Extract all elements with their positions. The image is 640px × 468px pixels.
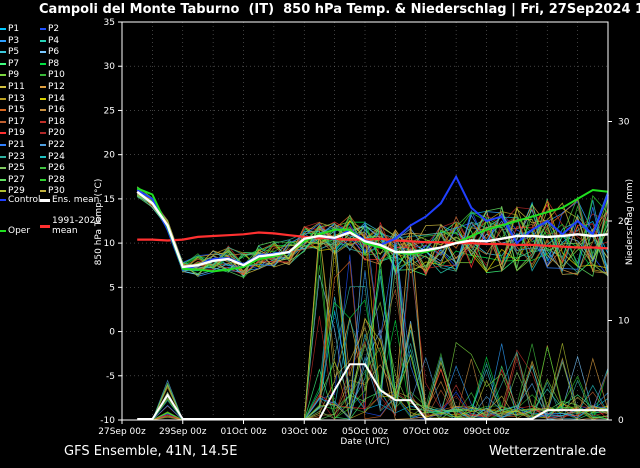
ensemble-members — [136, 186, 609, 279]
x-axis-label: Date (UTC) — [340, 437, 389, 447]
y-tick-label: 5 — [109, 283, 115, 293]
y-axis-label: 850 hPa Temp. (°C) — [94, 179, 104, 266]
y2-tick-label: 10 — [618, 317, 630, 327]
y-tick-label: 10 — [104, 239, 116, 249]
y-tick-label: 35 — [104, 18, 115, 28]
y2-tick-label: 30 — [618, 118, 630, 128]
x-tick-label: 29Sep 00z — [159, 427, 207, 437]
chart: -10-505101520253035 0102030 27Sep 00z 29S… — [94, 18, 635, 447]
y-tick-label: -10 — [100, 416, 115, 426]
x-tick-label: 07Oct 00z — [403, 427, 449, 437]
footer-model: GFS Ensemble, 41N, 14.5E — [64, 444, 238, 459]
y-tick-label: -5 — [106, 372, 115, 382]
x-axis-ticks: 27Sep 00z 29Sep 00z 01Oct 00z 03Oct 00z 05Oc… — [98, 420, 510, 437]
x-tick-label: 09Oct 00z — [463, 427, 509, 437]
y-tick-label: 15 — [104, 195, 115, 205]
x-tick-label: 27Sep 00z — [98, 427, 146, 437]
y-tick-label: 0 — [109, 328, 115, 338]
y2-axis-label: Niederschlag (mm) — [625, 179, 635, 265]
x-tick-label: 01Oct 00z — [220, 427, 266, 437]
y-tick-label: 30 — [104, 62, 116, 72]
x-tick-label: 05Oct 00z — [342, 427, 388, 437]
y-tick-label: 25 — [104, 106, 115, 116]
y2-axis-ticks: 0102030 — [608, 118, 630, 426]
y2-tick-label: 0 — [618, 416, 624, 426]
y-tick-label: 20 — [104, 151, 116, 161]
x-tick-label: 03Oct 00z — [281, 427, 327, 437]
footer-source: Wetterzentrale.de — [489, 444, 607, 459]
